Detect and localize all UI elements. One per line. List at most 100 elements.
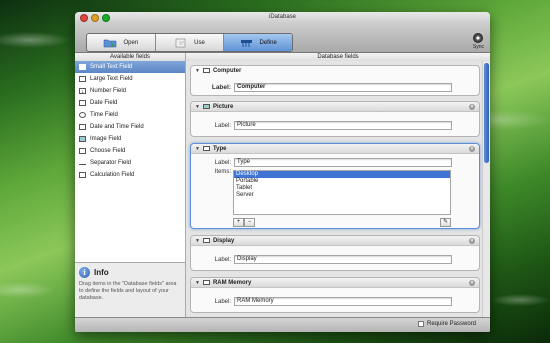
calculation-icon	[79, 172, 86, 178]
list-item[interactable]: Server	[234, 192, 450, 199]
field-label-input[interactable]: Computer	[234, 83, 452, 92]
require-password-option[interactable]: Require Password	[418, 321, 476, 327]
info-panel: i Info Drag items in the "Database field…	[75, 262, 185, 318]
field-type-number[interactable]: 1 Number Field	[75, 85, 185, 97]
list-item[interactable]: Tablet	[234, 185, 450, 192]
text-field-icon	[202, 280, 210, 285]
field-type-label: Small Text Field	[90, 64, 133, 70]
items-caption: Items:	[214, 169, 231, 175]
field-type-image[interactable]: Image Field	[75, 133, 185, 145]
folder-icon	[104, 39, 117, 47]
field-type-label: Time Field	[90, 112, 118, 118]
mode-segmented-control: Open Use Define	[86, 33, 293, 52]
label-caption: Label:	[214, 298, 231, 305]
field-type-separator[interactable]: Separator Field	[75, 157, 185, 169]
open-mode-button[interactable]: Open	[87, 34, 156, 51]
field-type-date[interactable]: Date Field	[75, 97, 185, 109]
choose-icon	[79, 148, 86, 154]
close-window-button[interactable]	[80, 14, 88, 22]
remove-item-button[interactable]: −	[244, 218, 255, 227]
field-type-choose[interactable]: Choose Field	[75, 145, 185, 157]
field-type-label: Calculation Field	[90, 172, 135, 178]
disclosure-triangle-icon[interactable]: ▼	[195, 280, 200, 286]
require-password-checkbox[interactable]	[418, 321, 424, 327]
window-title: iDatabase	[268, 14, 297, 20]
info-icon: i	[79, 267, 90, 278]
minimize-window-button[interactable]	[91, 14, 99, 22]
field-type-label: Image Field	[90, 136, 122, 142]
sync-button[interactable]: Sync	[473, 33, 484, 50]
field-name: Computer	[212, 67, 242, 74]
field-panel-header: ▼ Computer	[191, 66, 479, 75]
label-row: Label: Type	[191, 158, 452, 167]
remove-field-icon[interactable]: ×	[469, 104, 475, 110]
edit-pencil-icon[interactable]: ✎	[440, 218, 451, 227]
require-password-label: Require Password	[427, 321, 477, 327]
field-panel-ram-memory[interactable]: ▼ RAM Memory × Label: RAM Memory	[190, 277, 480, 313]
field-panel-header: ▼ RAM Memory ×	[191, 278, 479, 288]
database-fields-header: Database fields	[317, 54, 359, 60]
small-text-icon	[79, 64, 86, 70]
open-mode-label: Open	[123, 39, 139, 46]
remove-field-icon[interactable]: ×	[469, 238, 475, 244]
hand-icon	[175, 38, 186, 47]
field-type-calculation[interactable]: Calculation Field	[75, 169, 185, 181]
field-name: Picture	[212, 103, 234, 110]
field-name: Type	[212, 145, 227, 152]
remove-field-icon[interactable]: ×	[469, 280, 475, 286]
window-controls	[80, 14, 110, 22]
zoom-window-button[interactable]	[102, 14, 110, 22]
field-label-input[interactable]: Type	[234, 158, 452, 167]
field-label-input[interactable]: RAM Memory	[234, 297, 452, 306]
info-text: Drag items in the "Database fields" area…	[79, 281, 177, 301]
label-row: Label: Display	[191, 255, 452, 264]
field-type-time[interactable]: Time Field	[75, 109, 185, 121]
date-icon	[79, 100, 86, 106]
field-panel-type[interactable]: ▼ Type × Label: Type Items: Desktop Port…	[190, 143, 480, 229]
app-window: iDatabase Open Use Define Sync Available…	[75, 12, 490, 332]
field-type-small-text[interactable]: Small Text Field	[75, 61, 185, 73]
field-panel-header: ▼ Display ×	[191, 236, 479, 246]
text-field-icon	[202, 68, 210, 73]
label-caption: Label:	[214, 256, 231, 263]
define-mode-button[interactable]: Define	[224, 34, 292, 51]
items-row: Items:	[191, 169, 234, 175]
field-panel-picture[interactable]: ▼ Picture × Label: Picture	[190, 101, 480, 137]
define-mode-label: Define	[259, 39, 277, 46]
field-type-large-text[interactable]: Large Text Field	[75, 73, 185, 85]
available-fields-list: Small Text Field Large Text Field 1 Numbe…	[75, 61, 186, 318]
field-type-label: Choose Field	[90, 148, 126, 154]
number-icon: 1	[79, 88, 86, 94]
field-name: RAM Memory	[212, 279, 252, 286]
sync-label: Sync	[472, 44, 484, 50]
field-panel-display[interactable]: ▼ Display × Label: Display	[190, 235, 480, 271]
use-mode-button[interactable]: Use	[156, 34, 225, 51]
disclosure-triangle-icon[interactable]: ▼	[195, 146, 200, 152]
field-panel-computer[interactable]: ▼ Computer Label: Computer	[190, 65, 480, 96]
choose-field-icon	[202, 146, 210, 151]
add-item-button[interactable]: +	[233, 218, 244, 227]
field-type-label: Date and Time Field	[90, 124, 144, 130]
list-item[interactable]: Portable	[234, 178, 450, 185]
field-label-input[interactable]: Display	[234, 255, 452, 264]
vertical-scrollbar[interactable]	[482, 61, 490, 318]
bottom-bar: Require Password	[75, 317, 490, 332]
disclosure-triangle-icon[interactable]: ▼	[195, 238, 200, 244]
scrollbar-thumb[interactable]	[484, 63, 489, 163]
field-label-input[interactable]: Picture	[234, 121, 452, 130]
field-panel-header: ▼ Type ×	[191, 144, 479, 154]
use-mode-label: Use	[194, 39, 205, 46]
list-item[interactable]: Desktop	[234, 171, 450, 178]
available-fields-header: Available fields	[75, 53, 186, 61]
disclosure-triangle-icon[interactable]: ▼	[195, 68, 200, 74]
sync-icon	[473, 33, 484, 43]
field-type-date-time[interactable]: Date and Time Field	[75, 121, 185, 133]
choice-items-list[interactable]: Desktop Portable Tablet Server	[233, 170, 451, 215]
label-row: Label: Picture	[191, 121, 452, 130]
remove-field-icon[interactable]: ×	[469, 146, 475, 152]
tools-icon	[240, 39, 252, 47]
text-field-icon	[202, 238, 210, 243]
image-icon	[79, 136, 86, 142]
large-text-icon	[79, 76, 86, 82]
disclosure-triangle-icon[interactable]: ▼	[195, 104, 200, 110]
